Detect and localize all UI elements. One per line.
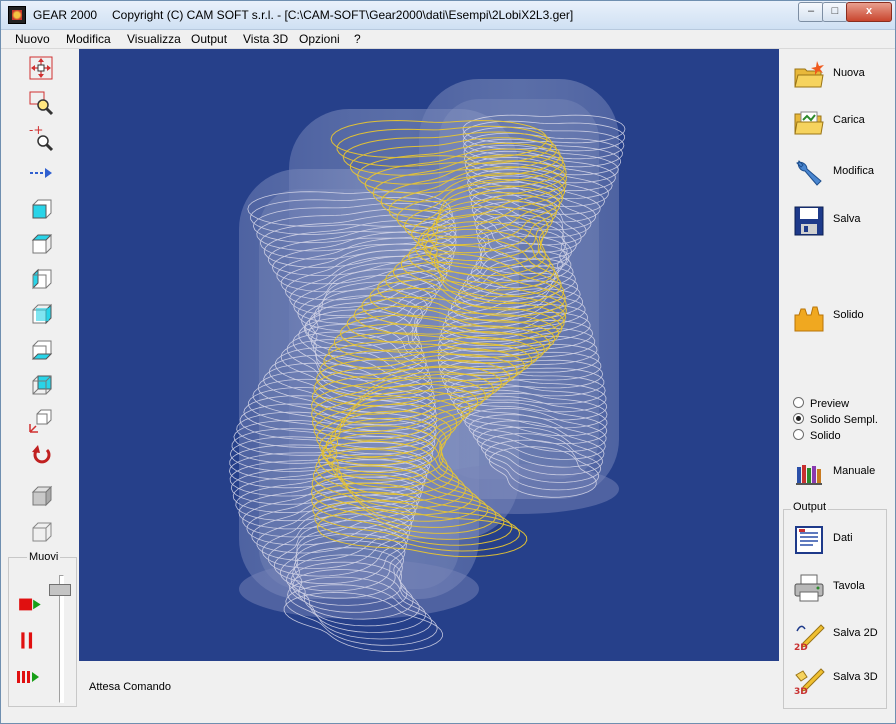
viewport-3d[interactable] bbox=[79, 49, 779, 661]
radio-preview-label: Preview bbox=[810, 398, 850, 410]
manuale-button[interactable]: Manuale bbox=[789, 453, 889, 493]
output-label: Output bbox=[791, 501, 829, 513]
radio-solido-sempl[interactable]: Solido Sempl. bbox=[793, 413, 878, 426]
move-arrow-icon[interactable] bbox=[27, 159, 55, 187]
salva-3d-button[interactable]: 3D Salva 3D bbox=[789, 659, 889, 699]
svg-text:-+: -+ bbox=[29, 124, 43, 137]
menu-help[interactable]: ? bbox=[354, 32, 361, 46]
svg-text:2D: 2D bbox=[794, 643, 808, 651]
radio-solido-label: Solido bbox=[810, 430, 841, 442]
app-window: GEAR 2000 Copyright (C) CAM SOFT s.r.l. … bbox=[0, 0, 896, 724]
radio-preview-dot[interactable] bbox=[793, 397, 804, 408]
menu-bar: Nuovo Modifica Visualizza Output Vista 3… bbox=[1, 30, 895, 49]
books-icon bbox=[796, 465, 822, 485]
radio-preview[interactable]: Preview bbox=[793, 397, 849, 410]
radio-solido[interactable]: Solido bbox=[793, 429, 841, 442]
menu-vista-3d[interactable]: Vista 3D bbox=[243, 32, 288, 46]
gear-app-icon[interactable] bbox=[8, 6, 26, 24]
open-folder-icon bbox=[794, 111, 824, 135]
zoom-in-out-icon[interactable]: -+ bbox=[27, 123, 55, 152]
solido-label: Solido bbox=[833, 309, 864, 321]
app-name: GEAR 2000 bbox=[33, 8, 98, 22]
tavola-button[interactable]: Tavola bbox=[789, 568, 889, 608]
view-bottom-icon[interactable] bbox=[27, 336, 55, 364]
menu-nuovo[interactable]: Nuovo bbox=[15, 32, 50, 46]
pause-icon[interactable] bbox=[17, 627, 43, 653]
close-button[interactable]: x bbox=[846, 2, 892, 22]
radio-solido-sempl-label: Solido Sempl. bbox=[810, 414, 878, 426]
new-folder-icon bbox=[794, 61, 824, 88]
dati-button[interactable]: Dati bbox=[789, 520, 889, 560]
status-text: Attesa Comando bbox=[89, 681, 171, 693]
floppy-disk-icon bbox=[794, 206, 824, 236]
nuova-label: Nuova bbox=[833, 67, 865, 79]
view-top-icon[interactable] bbox=[27, 230, 55, 258]
carica-label: Carica bbox=[833, 114, 865, 126]
radio-solido-sempl-dot[interactable] bbox=[793, 413, 804, 424]
menu-modifica[interactable]: Modifica bbox=[66, 32, 111, 46]
view-front-icon[interactable] bbox=[27, 195, 55, 223]
salva-label: Salva bbox=[833, 213, 861, 225]
printer-icon bbox=[794, 574, 824, 602]
menu-output[interactable]: Output bbox=[191, 32, 227, 46]
view-right-icon[interactable] bbox=[27, 300, 55, 328]
data-sheet-icon bbox=[795, 526, 823, 554]
carica-button[interactable]: Carica bbox=[789, 102, 889, 142]
salva-3d-label: Salva 3D bbox=[833, 671, 878, 683]
solido-button[interactable]: Solido bbox=[789, 297, 889, 337]
salva-2d-label: Salva 2D bbox=[833, 627, 878, 639]
muovi-label: Muovi bbox=[27, 551, 61, 563]
wrench-icon bbox=[796, 160, 822, 186]
stop-play-icon[interactable] bbox=[17, 591, 43, 617]
nuova-button[interactable]: Nuova bbox=[789, 55, 889, 95]
pencil-3d-icon: 3D bbox=[794, 668, 825, 695]
menu-visualizza[interactable]: Visualizza bbox=[127, 32, 181, 46]
pencil-2d-icon: 2D bbox=[794, 624, 825, 651]
salva-2d-button[interactable]: 2D Salva 2D bbox=[789, 615, 889, 655]
view-left-icon[interactable] bbox=[27, 265, 55, 293]
view-iso-icon[interactable] bbox=[27, 406, 55, 434]
view-back-icon[interactable] bbox=[27, 371, 55, 399]
salva-button[interactable]: Salva bbox=[789, 201, 889, 241]
maximize-button[interactable]: □ bbox=[822, 2, 848, 22]
title-bar[interactable]: GEAR 2000 Copyright (C) CAM SOFT s.r.l. … bbox=[1, 1, 895, 30]
gear-profile-icon bbox=[794, 306, 824, 332]
tavola-label: Tavola bbox=[833, 580, 865, 592]
modifica-label: Modifica bbox=[833, 165, 874, 177]
right-panel: Nuova Carica Modifica Salva Solido Previ… bbox=[783, 49, 893, 709]
radio-solido-dot[interactable] bbox=[793, 429, 804, 440]
menu-opzioni[interactable]: Opzioni bbox=[299, 32, 340, 46]
pan-icon[interactable] bbox=[27, 54, 55, 82]
rotate-icon[interactable] bbox=[27, 442, 55, 470]
zoom-window-icon[interactable] bbox=[27, 89, 55, 117]
wireframe-view-icon[interactable] bbox=[27, 518, 55, 546]
minimize-button[interactable]: – bbox=[798, 2, 824, 22]
step-forward-icon[interactable] bbox=[15, 663, 43, 689]
window-title: Copyright (C) CAM SOFT s.r.l. - [C:\CAM-… bbox=[112, 8, 574, 22]
gear-wireframe-render bbox=[228, 79, 626, 653]
dati-label: Dati bbox=[833, 532, 853, 544]
speed-slider-thumb[interactable] bbox=[49, 584, 71, 596]
solid-view-icon[interactable] bbox=[27, 482, 55, 510]
modifica-button[interactable]: Modifica bbox=[789, 153, 889, 193]
manuale-label: Manuale bbox=[833, 465, 876, 477]
svg-text:3D: 3D bbox=[794, 687, 808, 695]
